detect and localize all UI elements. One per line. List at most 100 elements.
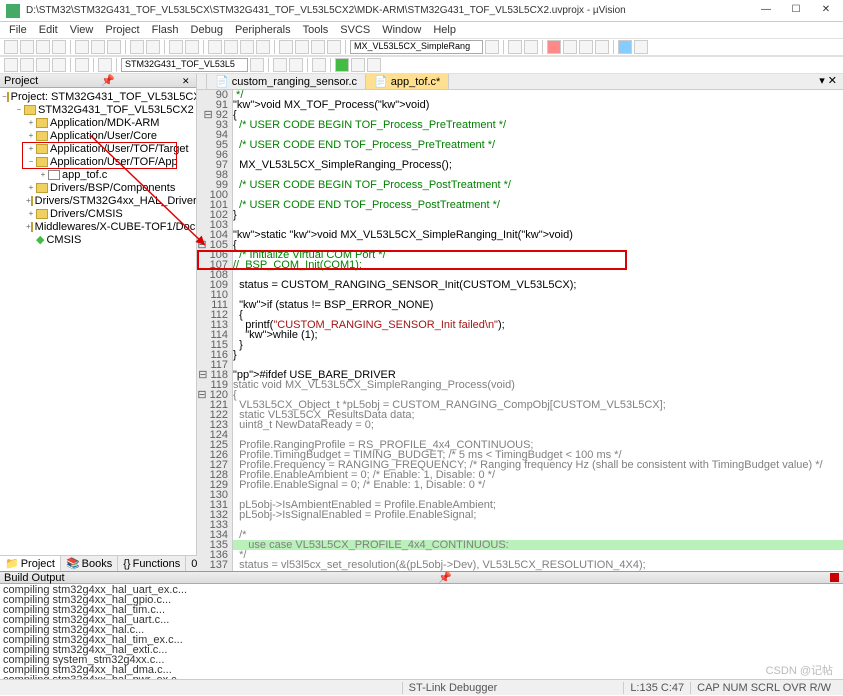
bookmark-prev-icon[interactable] xyxy=(224,40,238,54)
indent-icon[interactable] xyxy=(279,40,293,54)
stop-icon[interactable] xyxy=(563,40,577,54)
status-bar: ST-Link Debugger L:135 C:47 CAP NUM SCRL… xyxy=(0,679,843,695)
window-icon[interactable] xyxy=(618,40,632,54)
menu-window[interactable]: Window xyxy=(377,24,426,36)
build-icon[interactable] xyxy=(20,58,34,72)
toolbar-build: STM32G431_TOF_VL53L5 xyxy=(0,56,843,74)
save-icon[interactable] xyxy=(36,40,50,54)
analyzer-icon[interactable] xyxy=(579,40,593,54)
project-panel-title: Project xyxy=(4,75,38,87)
minimize-button[interactable]: — xyxy=(755,4,777,18)
save-all-icon[interactable] xyxy=(52,40,66,54)
tab-books[interactable]: 📚Books xyxy=(61,556,118,571)
close-button[interactable]: ✕ xyxy=(815,4,837,18)
toolbar-main: MX_VL53L5CX_SimpleRang xyxy=(0,38,843,56)
tree-folder[interactable]: Drivers/STM32G4xx_HAL_Driver xyxy=(35,195,196,207)
rebuild-icon[interactable] xyxy=(36,58,50,72)
menu-svcs[interactable]: SVCS xyxy=(335,24,375,36)
menu-peripherals[interactable]: Peripherals xyxy=(230,24,296,36)
uncomment-icon[interactable] xyxy=(327,40,341,54)
find-combo[interactable]: MX_VL53L5CX_SimpleRang xyxy=(350,40,483,54)
batch-build-icon[interactable] xyxy=(52,58,66,72)
build-panel-header: Build Output 📌 xyxy=(0,572,843,584)
menu-bar: File Edit View Project Flash Debug Perip… xyxy=(0,22,843,38)
options-icon[interactable] xyxy=(250,58,264,72)
project-panel: Project 📌 ✕ −Project: STM32G431_TOF_VL53… xyxy=(0,74,197,571)
comment-icon[interactable] xyxy=(311,40,325,54)
tree-folder[interactable]: Drivers/BSP/Components xyxy=(50,182,175,194)
line-gutter: 9091⊟ 9293949596979899100101102103104⊟ 1… xyxy=(197,90,233,571)
cut-icon[interactable] xyxy=(75,40,89,54)
open-file-icon[interactable] xyxy=(20,40,34,54)
build-panel-title: Build Output xyxy=(4,572,65,584)
menu-project[interactable]: Project xyxy=(100,24,144,36)
menu-flash[interactable]: Flash xyxy=(147,24,184,36)
build-close-icon[interactable] xyxy=(830,573,839,582)
bookmark-clear-icon[interactable] xyxy=(256,40,270,54)
debug-icon[interactable] xyxy=(508,40,522,54)
tree-root[interactable]: Project: STM32G431_TOF_VL53L5CX2 xyxy=(11,91,196,103)
editor-tabs-close-icon[interactable]: ▾ ✕ xyxy=(813,74,843,89)
build-panel: Build Output 📌 compiling stm32g4xx_hal_u… xyxy=(0,571,843,679)
nav-fwd-icon[interactable] xyxy=(185,40,199,54)
window-title: D:\STM32\STM32G431_TOF_VL53L5CX\STM32G43… xyxy=(26,5,755,16)
tree-cmsis[interactable]: CMSIS xyxy=(46,234,81,246)
books-icon[interactable] xyxy=(289,58,303,72)
download-icon[interactable] xyxy=(98,58,112,72)
new-file-icon[interactable] xyxy=(4,40,18,54)
title-bar: D:\STM32\STM32G431_TOF_VL53L5CX\STM32G43… xyxy=(0,0,843,22)
pin-icon[interactable]: 📌 xyxy=(438,571,452,584)
bookmark-icon[interactable] xyxy=(208,40,222,54)
menu-tools[interactable]: Tools xyxy=(298,24,334,36)
editor-area: 📄custom_ranging_sensor.c 📄app_tof.c* ▾ ✕… xyxy=(197,74,843,571)
tree-target[interactable]: STM32G431_TOF_VL53L5CX2 xyxy=(38,104,194,116)
tree-file[interactable]: app_tof.c xyxy=(62,169,107,181)
editor-tabs: 📄custom_ranging_sensor.c 📄app_tof.c* ▾ ✕ xyxy=(197,74,843,90)
record-icon[interactable] xyxy=(547,40,561,54)
tree-folder[interactable]: Middlewares/X-CUBE-TOF1/Documentation xyxy=(35,221,196,233)
tree-folder[interactable]: Application/MDK-ARM xyxy=(50,117,159,129)
editor-tab[interactable]: 📄custom_ranging_sensor.c xyxy=(207,74,366,89)
pin-icon[interactable]: 📌 xyxy=(101,74,115,87)
rte-icon[interactable] xyxy=(335,58,349,72)
status-caps: CAP NUM SCRL OVR R/W xyxy=(690,682,837,694)
tree-folder[interactable]: Application/User/TOF/Target xyxy=(50,143,189,155)
undo-icon[interactable] xyxy=(130,40,144,54)
tree-folder[interactable]: Application/User/TOF/App xyxy=(50,156,178,168)
help-icon[interactable] xyxy=(367,58,381,72)
menu-file[interactable]: File xyxy=(4,24,32,36)
tree-folder[interactable]: Drivers/CMSIS xyxy=(50,208,123,220)
copy-icon[interactable] xyxy=(91,40,105,54)
find-icon[interactable] xyxy=(485,40,499,54)
project-tree[interactable]: −Project: STM32G431_TOF_VL53L5CX2 −STM32… xyxy=(0,88,196,555)
pack-icon[interactable] xyxy=(312,58,326,72)
nav-back-icon[interactable] xyxy=(169,40,183,54)
stop-build-icon[interactable] xyxy=(75,58,89,72)
redo-icon[interactable] xyxy=(146,40,160,54)
project-panel-header: Project 📌 ✕ xyxy=(0,74,196,88)
menu-debug[interactable]: Debug xyxy=(186,24,228,36)
menu-edit[interactable]: Edit xyxy=(34,24,63,36)
paste-icon[interactable] xyxy=(107,40,121,54)
config-icon[interactable] xyxy=(351,58,365,72)
maximize-button[interactable]: ☐ xyxy=(785,4,807,18)
translate-icon[interactable] xyxy=(4,58,18,72)
editor-tab-active[interactable]: 📄app_tof.c* xyxy=(366,74,449,89)
trace-icon[interactable] xyxy=(595,40,609,54)
tree-folder[interactable]: Application/User/Core xyxy=(50,130,157,142)
menu-view[interactable]: View xyxy=(65,24,99,36)
tab-list-icon[interactable] xyxy=(197,74,207,89)
manage-icon[interactable] xyxy=(273,58,287,72)
build-output[interactable]: compiling stm32g4xx_hal_uart_ex.c...comp… xyxy=(0,584,843,679)
breakpoint-icon[interactable] xyxy=(524,40,538,54)
panel-close-icon[interactable]: ✕ xyxy=(182,76,192,86)
menu-help[interactable]: Help xyxy=(428,24,461,36)
target-combo[interactable]: STM32G431_TOF_VL53L5 xyxy=(121,58,248,72)
bookmark-next-icon[interactable] xyxy=(240,40,254,54)
outdent-icon[interactable] xyxy=(295,40,309,54)
code-editor[interactable]: 9091⊟ 9293949596979899100101102103104⊟ 1… xyxy=(197,90,843,571)
search-icon[interactable] xyxy=(634,40,648,54)
code-body[interactable]: */"kw">void MX_TOF_Process("kw">void){ /… xyxy=(233,90,843,571)
tab-functions[interactable]: {}Functions xyxy=(118,556,186,571)
tab-project[interactable]: 📁Project xyxy=(0,556,61,571)
